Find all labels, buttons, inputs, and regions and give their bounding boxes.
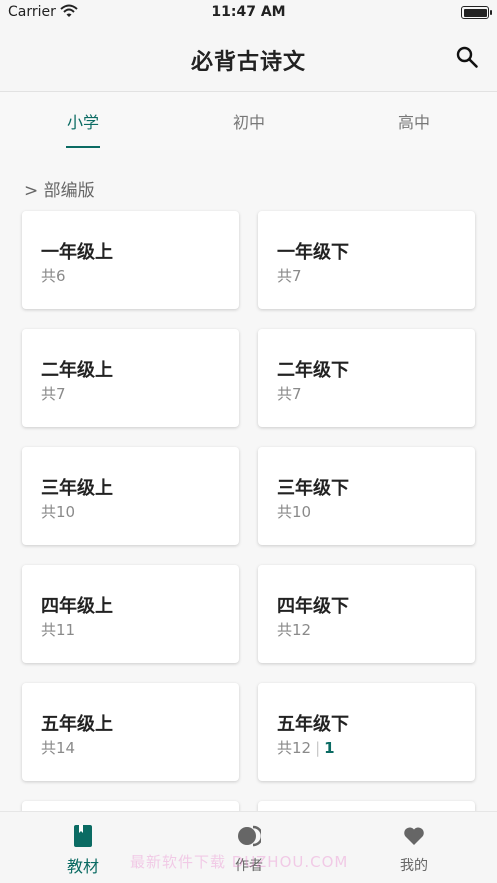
grade-card-3b[interactable]: 三年级下 共10 [258, 447, 475, 545]
grade-name: 二年级下 [277, 360, 349, 381]
section-label: > 部编版 [24, 181, 95, 201]
tabbar-item-textbook[interactable]: 教材 [0, 812, 166, 883]
tab-primary[interactable]: 小学 [0, 109, 166, 133]
poem-count: 共10 [277, 503, 312, 521]
tabbar-item-mine[interactable]: 我的 [331, 812, 497, 883]
tab-high[interactable]: 高中 [331, 109, 497, 133]
book-icon [74, 825, 92, 847]
poem-count: 共14 [41, 739, 76, 757]
grade-card-1a[interactable]: 一年级上 共6 [22, 211, 239, 309]
grade-name: 三年级上 [41, 478, 113, 499]
page-title: 必背古诗文 [190, 50, 306, 75]
poem-count: 共10 [41, 503, 76, 521]
grade-name: 二年级上 [41, 360, 113, 381]
grade-name: 五年级上 [41, 714, 113, 735]
tabbar-label: 我的 [400, 858, 428, 874]
level-tabs: 小学 初中 高中 [0, 92, 497, 150]
count-separator: | [315, 739, 321, 757]
poem-count: 共7 [41, 385, 66, 403]
learned-count: 1 [324, 739, 335, 757]
bottom-tab-bar: 教材 作者 我的 [0, 811, 497, 883]
author-icon [238, 825, 261, 847]
nav-bar: 必背古诗文 [0, 26, 497, 92]
grade-name: 四年级上 [41, 596, 113, 617]
grade-card-2b[interactable]: 二年级下 共7 [258, 329, 475, 427]
grade-card-5b[interactable]: 五年级下 共12 | 1 [258, 683, 475, 781]
grade-name: 三年级下 [277, 478, 349, 499]
grade-name: 一年级上 [41, 242, 113, 263]
tabbar-item-author[interactable]: 作者 [166, 812, 332, 883]
search-icon[interactable] [455, 45, 479, 69]
poem-count: 共7 [277, 267, 302, 285]
grade-name: 四年级下 [277, 596, 349, 617]
grade-card-5a[interactable]: 五年级上 共14 [22, 683, 239, 781]
heart-icon [404, 827, 424, 845]
watermark-text: 最新软件下载 DUZHOU.COM [130, 853, 349, 871]
grade-card-1b[interactable]: 一年级下 共7 [258, 211, 475, 309]
poem-count-row: 共12 | 1 [277, 737, 335, 758]
tab-middle[interactable]: 初中 [166, 109, 332, 133]
poem-count: 共12 [277, 739, 312, 757]
poem-count: 共6 [41, 267, 66, 285]
poem-count: 共12 [277, 621, 312, 639]
grade-card-3a[interactable]: 三年级上 共10 [22, 447, 239, 545]
grade-card-2a[interactable]: 二年级上 共7 [22, 329, 239, 427]
grade-name: 五年级下 [277, 714, 349, 735]
status-bar: Carrier 11:47 AM [0, 0, 497, 26]
battery-icon [461, 6, 492, 19]
grade-card-4b[interactable]: 四年级下 共12 [258, 565, 475, 663]
poem-count: 共7 [277, 385, 302, 403]
tab-indicator [66, 146, 100, 148]
status-time: 11:47 AM [211, 4, 286, 20]
poem-count: 共11 [41, 621, 76, 639]
grade-card-4a[interactable]: 四年级上 共11 [22, 565, 239, 663]
grade-name: 一年级下 [277, 242, 349, 263]
